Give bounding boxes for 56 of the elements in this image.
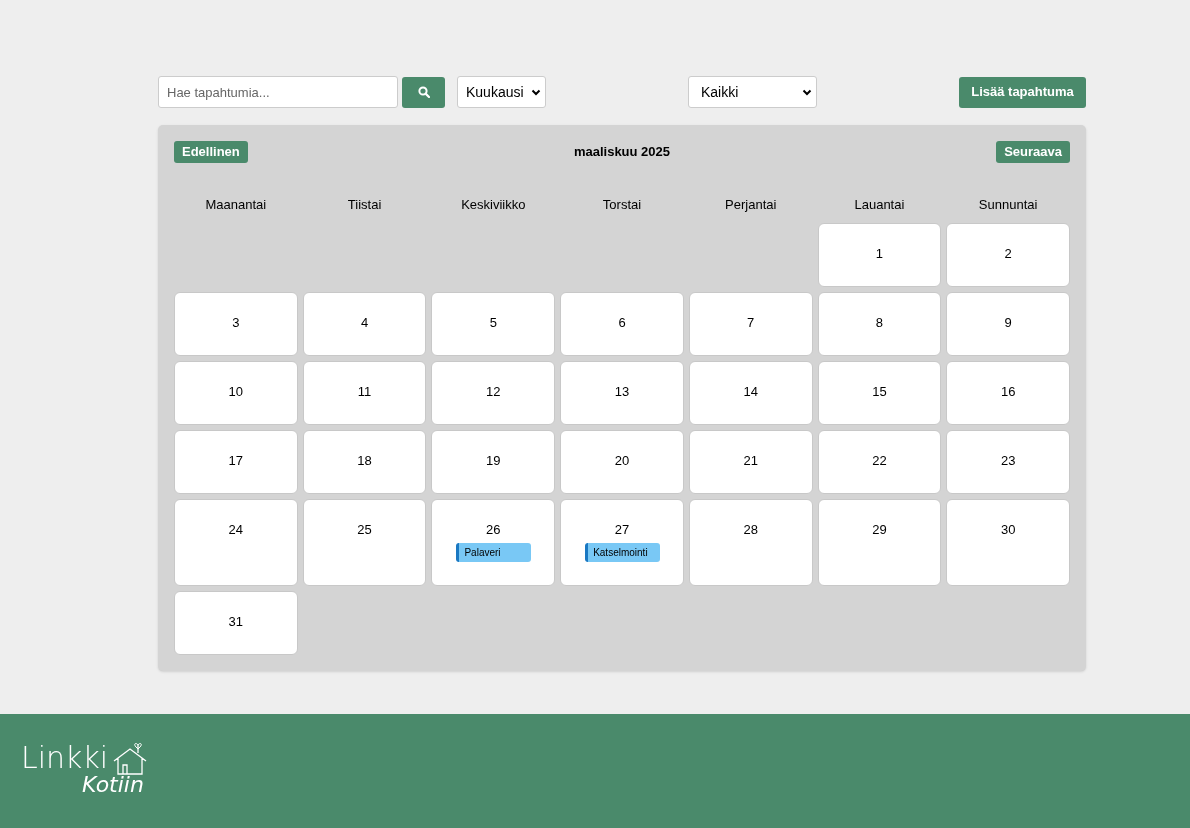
day-cell[interactable]: 12 [431, 360, 556, 425]
search-button[interactable] [402, 76, 445, 108]
day-cell[interactable]: 25 [302, 498, 427, 586]
day-cell[interactable]: 31 [174, 590, 298, 655]
event-chip[interactable]: Katselmointi [585, 542, 661, 562]
view-select[interactable]: Kuukausi [457, 76, 546, 108]
weekday-label: Keskiviikko [461, 197, 526, 212]
day-cell[interactable]: 28 [688, 498, 813, 586]
day-cell[interactable]: 14 [688, 360, 813, 425]
weekday-label: Torstai [602, 197, 642, 212]
chevron-down-icon [802, 88, 812, 96]
day-cell[interactable]: 7 [688, 291, 813, 356]
weekday-label: Lauantai [854, 197, 905, 212]
weekday-label: Maanantai [205, 197, 267, 212]
filter-select[interactable]: Kaikki [688, 76, 817, 108]
day-cell[interactable]: 9 [946, 291, 1070, 356]
weekday-label: Sunnuntai [978, 197, 1038, 212]
day-cell[interactable]: 2 [946, 222, 1070, 287]
day-cell[interactable]: 27 Katselmointi [560, 498, 684, 586]
select-value: Kaikki [701, 82, 739, 102]
day-cell[interactable]: 24 [174, 498, 298, 586]
day-cell[interactable]: 20 [560, 429, 684, 494]
logo-text: Linkki [21, 743, 109, 773]
weekday-label: Tiistai [347, 197, 382, 212]
day-cell[interactable]: 11 [302, 360, 427, 425]
day-cell[interactable]: 15 [817, 360, 942, 425]
add-event-button[interactable]: Lisää tapahtuma [959, 76, 1086, 108]
search-field[interactable]: Hae tapahtumia... [158, 76, 398, 108]
day-cell[interactable]: 29 [817, 498, 942, 586]
day-cell[interactable]: 6 [560, 291, 684, 356]
day-cell[interactable]: 19 [431, 429, 556, 494]
select-value: Kuukausi [466, 82, 524, 102]
day-cell[interactable]: 8 [817, 291, 942, 356]
day-cell[interactable]: 23 [946, 429, 1070, 494]
day-cell[interactable]: 3 [174, 291, 298, 356]
day-cell[interactable]: 17 [174, 429, 298, 494]
next-button[interactable]: Seuraava [996, 141, 1070, 163]
previous-button[interactable]: Edellinen [174, 141, 248, 163]
month-title: maaliskuu 2025 [573, 143, 671, 162]
day-cell[interactable]: 10 [174, 360, 298, 425]
event-chip[interactable]: Palaveri [456, 542, 532, 562]
day-cell[interactable]: 16 [946, 360, 1070, 425]
search-icon [417, 86, 430, 98]
weekday-label: Perjantai [725, 197, 777, 212]
day-cell[interactable]: 21 [688, 429, 813, 494]
day-cell[interactable]: 5 [431, 291, 556, 356]
house-icon [111, 741, 149, 777]
day-cell[interactable]: 26 Palaveri [431, 498, 556, 586]
day-cell[interactable]: 18 [302, 429, 427, 494]
day-cell[interactable]: 13 [560, 360, 684, 425]
logo-text: Kotiin [82, 774, 144, 796]
day-cell[interactable]: 4 [302, 291, 427, 356]
day-cell[interactable]: 30 [946, 498, 1070, 586]
day-cell[interactable]: 22 [817, 429, 942, 494]
chevron-down-icon [531, 88, 541, 96]
day-cell[interactable]: 1 [817, 222, 942, 287]
